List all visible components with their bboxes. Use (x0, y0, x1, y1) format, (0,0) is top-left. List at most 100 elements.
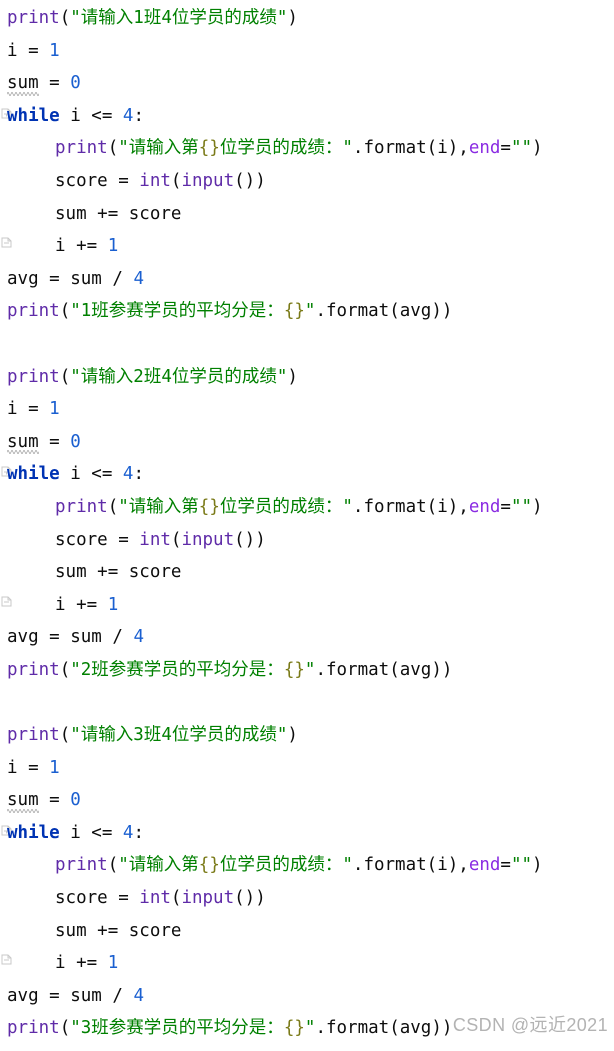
code-line[interactable]: avg = sum / 4 (0, 263, 614, 296)
code-token-punct: , (458, 496, 469, 517)
code-token-plain: sum (55, 203, 98, 224)
code-line[interactable]: print("请输入第{}位学员的成绩：".format(i),end="") (0, 132, 614, 165)
code-editor[interactable]: print("请输入1班4位学员的成绩") i = 1 sum = 0 while i… (0, 0, 614, 1051)
code-token-plain: i (55, 236, 77, 257)
code-token-punct: <= (91, 105, 113, 126)
code-token-brace: {} (198, 496, 220, 517)
code-token-plain: .format(i) (352, 138, 459, 159)
code-token-kwarg: end (468, 496, 501, 517)
code-line[interactable]: score = int(input()) (0, 165, 614, 198)
code-token-str: "请输入 (70, 8, 134, 28)
code-line[interactable]: i = 1 (0, 752, 614, 785)
code-token-punct: ) (441, 659, 453, 680)
code-token-plain: avg (7, 627, 50, 648)
code-token-str: " (304, 659, 316, 680)
code-token-plain: sum (70, 268, 113, 289)
code-line[interactable]: sum += score (0, 198, 614, 231)
code-token-punct: += (76, 953, 108, 974)
code-token-str: 位学员的成绩：" (219, 855, 353, 876)
code-token-plain: i (55, 953, 77, 974)
code-token-plain: i (59, 822, 92, 843)
code-token-punct: = (49, 627, 71, 648)
code-token-brace: {} (198, 138, 220, 159)
code-line[interactable]: sum += score (0, 556, 614, 589)
code-token-punct: = (28, 40, 50, 61)
code-token-punct: / (112, 985, 134, 1006)
code-line[interactable]: print("请输入3班4位学员的成绩") (0, 719, 614, 752)
code-token-kw: while (7, 464, 60, 485)
code-token-punct: ( (59, 301, 71, 322)
code-token-punct: ( (59, 8, 71, 28)
code-token-punct: = (38, 73, 71, 94)
code-line[interactable]: print("3班参赛学员的平均分是：{}".format(avg)) (0, 1012, 614, 1045)
code-line[interactable]: while i <= 4: (0, 458, 614, 491)
code-line[interactable] (0, 686, 614, 719)
code-token-str: "3班参赛学员的平均分是： (70, 1018, 284, 1039)
code-line[interactable]: score = int(input()) (0, 524, 614, 557)
code-token-str: "请输入 (70, 366, 134, 387)
code-token-punct: : (133, 464, 145, 485)
code-token-kwarg: end (468, 138, 501, 159)
code-line[interactable]: i += 1 (0, 230, 614, 263)
code-token-punct: += (97, 920, 129, 941)
code-line[interactable]: i += 1 (0, 589, 614, 622)
code-line[interactable]: print("2班参赛学员的平均分是：{}".format(avg)) (0, 654, 614, 687)
code-token-plain: .format(avg) (315, 301, 442, 322)
code-line[interactable]: i += 1 (0, 947, 614, 980)
code-token-punct: = (500, 496, 511, 517)
code-token-str: 位学员的成绩：" (219, 496, 353, 517)
code-line[interactable]: sum = 0 (0, 426, 614, 459)
code-token-num: 4 (122, 105, 134, 126)
code-token-plain: sum (70, 985, 113, 1006)
code-token-str: "请输入第 (118, 138, 199, 159)
code-line[interactable]: i = 1 (0, 393, 614, 426)
code-token-punct: ) (287, 725, 298, 746)
code-token-num: 1 (107, 236, 119, 257)
code-line[interactable]: sum += score (0, 915, 614, 948)
code-line[interactable]: avg = sum / 4 (0, 621, 614, 654)
code-token-punct: ()) (234, 529, 266, 550)
code-token-punct: = (118, 170, 140, 191)
code-token-fn: print (7, 301, 60, 322)
code-token-num: 1 (49, 757, 60, 778)
code-token-punct: ( (107, 138, 119, 159)
code-token-punct: = (28, 399, 50, 420)
code-token-fn: print (7, 725, 60, 746)
code-token-plain: i (59, 105, 92, 126)
code-token-punct: , (458, 855, 469, 876)
code-token-punct: / (112, 627, 134, 648)
code-line[interactable]: while i <= 4: (0, 100, 614, 133)
code-token-plain: i (7, 757, 29, 778)
code-token-punct: ) (532, 138, 543, 159)
code-token-fn: print (7, 8, 60, 28)
code-token-fn: print (55, 138, 108, 159)
code-token-punct: <= (91, 822, 113, 843)
code-token-plain: i (7, 399, 29, 420)
code-line[interactable]: print("请输入2班4位学员的成绩") (0, 361, 614, 394)
code-line[interactable]: sum = 0 (0, 67, 614, 100)
code-line[interactable]: print("请输入1班4位学员的成绩") (0, 2, 614, 35)
code-line[interactable]: print("1班参赛学员的平均分是：{}".format(avg)) (0, 295, 614, 328)
code-line[interactable]: while i <= 4: (0, 817, 614, 850)
code-token-punct: ) (532, 855, 543, 876)
code-token-punct: : (133, 822, 145, 843)
code-token-plain: i (59, 464, 92, 485)
code-token-str: 2班4位学员的成绩" (133, 366, 288, 387)
code-line[interactable]: print("请输入第{}位学员的成绩：".format(i),end="") (0, 849, 614, 882)
code-line[interactable]: score = int(input()) (0, 882, 614, 915)
code-line[interactable]: i = 1 (0, 35, 614, 68)
code-content[interactable]: print("请输入1班4位学员的成绩") i = 1 sum = 0 while i… (0, 2, 614, 1045)
code-token-punct: <= (91, 464, 113, 485)
code-token-punct: ) (287, 366, 298, 387)
code-token-fn: input (181, 170, 235, 191)
code-line[interactable]: print("请输入第{}位学员的成绩：".format(i),end="") (0, 491, 614, 524)
code-line[interactable]: sum = 0 (0, 784, 614, 817)
code-token-str: 3班4位学员的成绩" (133, 725, 288, 746)
code-token-plain: .format(i) (352, 855, 459, 876)
code-token-punct: += (97, 203, 129, 224)
code-line[interactable]: avg = sum / 4 (0, 980, 614, 1013)
code-token-plain: avg (7, 268, 50, 289)
code-line[interactable] (0, 328, 614, 361)
code-token-fn: input (181, 529, 235, 550)
